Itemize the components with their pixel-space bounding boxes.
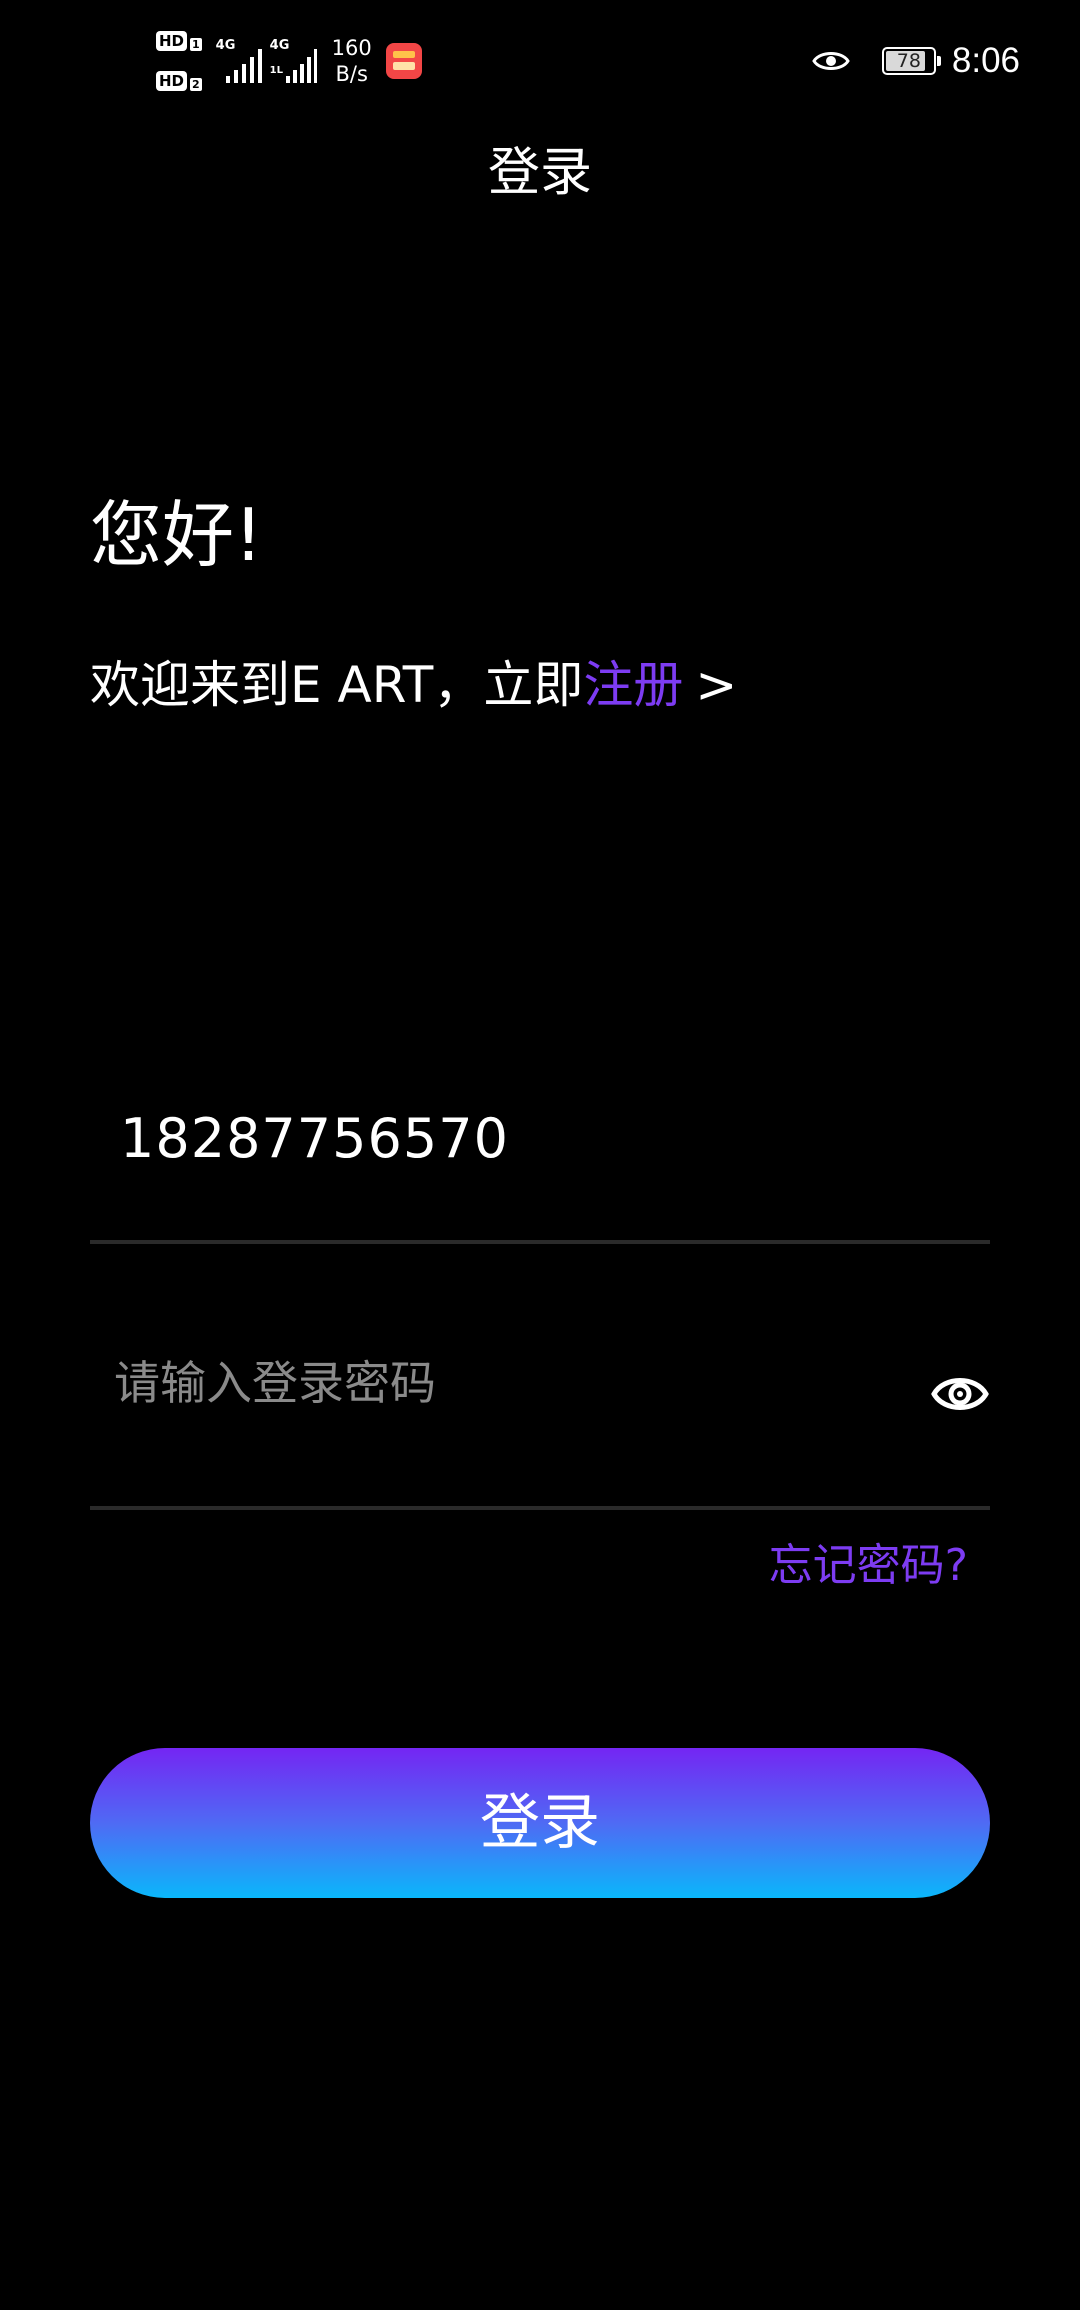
register-link[interactable]: 注册 — [583, 656, 683, 714]
hd-row-2: HD 2 — [156, 71, 202, 91]
network-sub-2: 1L — [269, 65, 284, 76]
battery-tip — [936, 56, 941, 66]
app-notification-icon — [385, 43, 422, 79]
status-bar: HD 1 HD 2 4G 4G 1L 160 B/s 78 8:06 — [0, 0, 1080, 120]
welcome-message: 欢迎来到E ART，立即注册 > — [90, 652, 737, 718]
signal-strength-icon — [285, 49, 317, 83]
network-speed-unit: B/s — [335, 62, 368, 86]
phone-field — [90, 1060, 990, 1244]
phone-input[interactable] — [120, 1098, 960, 1178]
register-arrow[interactable]: > — [695, 656, 737, 714]
greeting-heading: 您好! — [90, 493, 263, 577]
login-button[interactable]: 登录 — [90, 1748, 990, 1898]
network-speed-value: 160 — [331, 36, 372, 60]
signal-strength-icon — [225, 49, 262, 83]
hd-row-1: HD 1 — [156, 31, 202, 51]
status-bar-right: 78 8:06 — [812, 30, 1020, 92]
hd-sim-1: 1 — [190, 38, 202, 51]
password-input[interactable] — [114, 1344, 894, 1422]
network-sim-1: 4G — [216, 39, 262, 83]
hd-badge-1: HD — [156, 31, 188, 51]
page-title: 登录 — [487, 143, 592, 203]
network-sim-2: 4G 1L — [269, 39, 317, 83]
battery-icon: 78 — [881, 47, 941, 75]
clock: 8:06 — [951, 41, 1020, 80]
forgot-password-link[interactable]: 忘记密码? — [769, 1536, 968, 1596]
eye-icon[interactable] — [930, 1364, 990, 1424]
status-bar-left: HD 1 HD 2 4G 4G 1L 160 B/s — [156, 28, 422, 94]
welcome-text: 欢迎来到E ART，立即 — [90, 656, 584, 714]
hd-indicators: HD 1 HD 2 — [156, 31, 202, 91]
hd-badge-2: HD — [156, 71, 188, 91]
battery-level: 78 — [896, 50, 921, 72]
eye-icon — [812, 52, 850, 70]
password-field — [90, 1300, 990, 1510]
network-speed: 160 B/s — [332, 35, 372, 87]
hd-sim-2: 2 — [190, 78, 202, 91]
